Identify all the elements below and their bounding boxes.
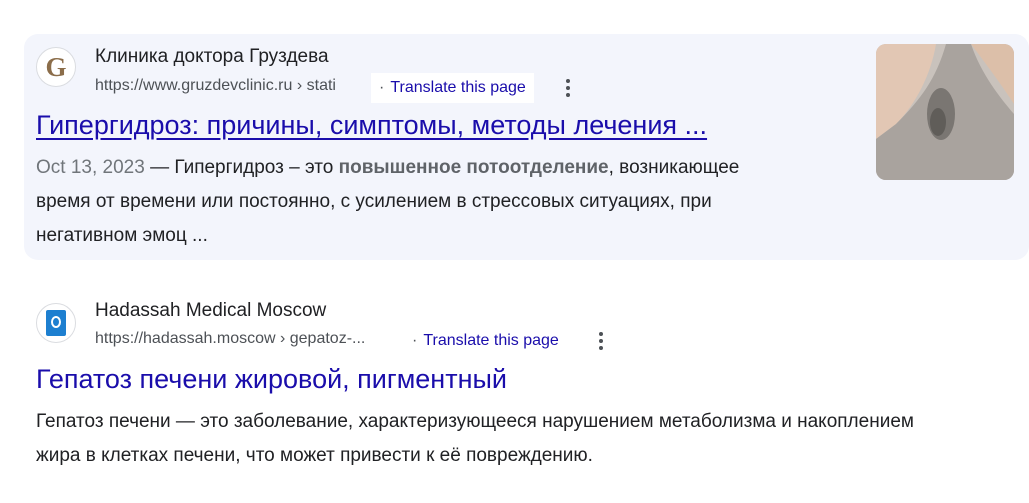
result-date: Oct 13, 2023: [36, 157, 145, 178]
result-title-link[interactable]: Гепатоз печени жировой, пигментный: [36, 364, 507, 395]
favicon-icon[interactable]: G: [36, 47, 76, 87]
hadassah-logo-icon: [46, 310, 66, 336]
g-letter-icon: G: [45, 51, 67, 82]
snippet-text: — Гипергидроз – это: [144, 157, 339, 178]
site-url[interactable]: https://www.gruzdevclinic.ru › stati: [95, 77, 336, 95]
translate-link[interactable]: Translate this page: [390, 79, 525, 96]
separator-dot: ·: [412, 332, 418, 349]
more-options-icon[interactable]: [556, 76, 580, 100]
snippet-text: , возникающее: [608, 157, 740, 178]
underarm-photo-icon: [876, 44, 1014, 180]
site-url[interactable]: https://hadassah.moscow › gepatoz-...: [95, 330, 365, 348]
translate-link[interactable]: Translate this page: [423, 332, 558, 349]
snippet-bold-term: повышенное потоотделение: [338, 157, 609, 178]
snippet-line-1: Oct 13, 2023 — Гипергидроз – это повышен…: [36, 151, 739, 185]
translate-container: · Translate this page: [371, 73, 534, 103]
separator-dot: ·: [379, 79, 385, 96]
result-title-link[interactable]: Гипергидроз: причины, симптомы, методы л…: [36, 110, 707, 141]
search-result-1: G Клиника доктора Груздева https://www.g…: [0, 34, 1029, 260]
snippet-line-2: время от времени или постоянно, с усилен…: [36, 191, 712, 212]
site-name[interactable]: Клиника доктора Груздева: [95, 46, 329, 68]
snippet-line-1: Гепатоз печени — это заболевание, характ…: [36, 411, 914, 432]
result-snippet: Oct 13, 2023 — Гипергидроз – это повышен…: [36, 151, 739, 253]
search-result-2: Hadassah Medical Moscow https://hadassah…: [0, 292, 1029, 482]
favicon-icon[interactable]: [36, 303, 76, 343]
more-options-icon[interactable]: [589, 329, 613, 353]
translate-container: · Translate this page: [404, 326, 567, 356]
snippet-line-2: жира в клетках печени, что может привест…: [36, 445, 593, 466]
site-name[interactable]: Hadassah Medical Moscow: [95, 300, 326, 322]
snippet-line-3: негативном эмоц ...: [36, 225, 208, 246]
result-snippet: Гепатоз печени — это заболевание, характ…: [36, 405, 914, 473]
result-thumbnail-image[interactable]: [876, 44, 1014, 180]
